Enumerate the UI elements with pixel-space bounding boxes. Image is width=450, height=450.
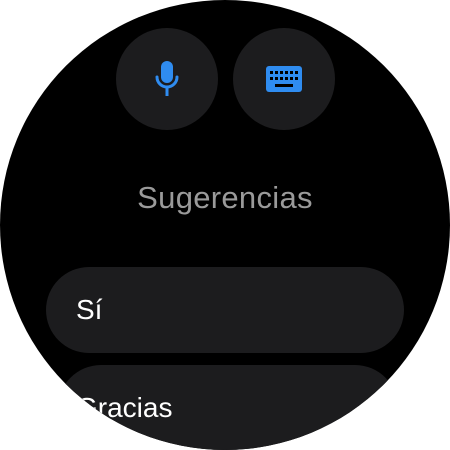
suggestion-label: Sí [76, 294, 103, 325]
suggestion-chip-gracias[interactable]: Gracias [58, 365, 398, 450]
suggestion-chip-si[interactable]: Sí [46, 267, 404, 353]
suggestion-label: Gracias [76, 392, 173, 423]
watch-screen: Sugerencias Sí Gracias [0, 0, 450, 450]
microphone-icon [155, 61, 179, 96]
suggestions-title: Sugerencias [137, 180, 313, 215]
voice-input-button[interactable] [116, 28, 218, 130]
keyboard-input-button[interactable] [233, 28, 335, 130]
keyboard-icon [266, 66, 302, 92]
